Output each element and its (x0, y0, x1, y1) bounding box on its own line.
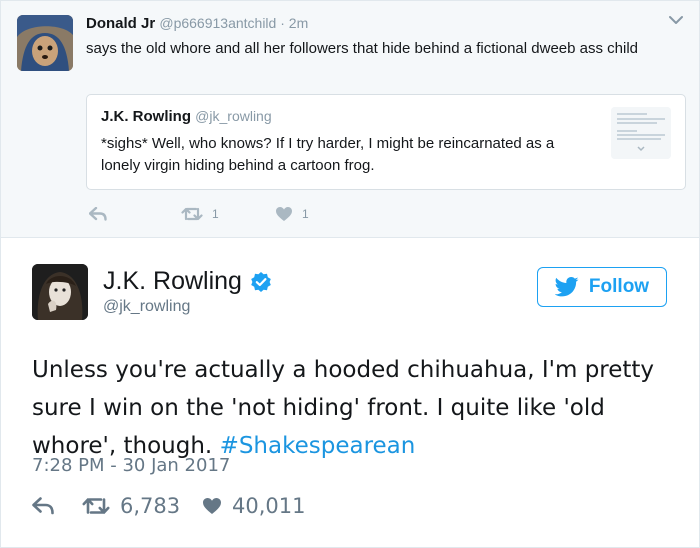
avatar[interactable] (17, 15, 73, 71)
quoted-tweet[interactable]: J.K. Rowling @jk_rowling *sighs* Well, w… (86, 94, 686, 190)
like-count: 40,011 (232, 494, 306, 518)
like-button[interactable]: 1 (275, 204, 309, 224)
quoted-text: *sighs* Well, who knows? If I try harder… (101, 135, 555, 174)
avatar[interactable] (32, 264, 88, 320)
like-button[interactable]: 40,011 (202, 492, 305, 520)
reply-button[interactable] (32, 492, 54, 520)
retweet-count: 6,783 (120, 494, 181, 518)
quoted-author-name: J.K. Rowling (101, 108, 191, 125)
heart-icon (203, 498, 221, 514)
chevron-down-icon[interactable] (669, 15, 683, 25)
main-author-name[interactable]: J.K. Rowling (103, 267, 242, 296)
follow-button[interactable]: Follow (537, 267, 667, 307)
retweet-count: 1 (212, 207, 219, 221)
retweet-button[interactable]: 1 (181, 204, 219, 224)
reply-header: Donald Jr @p666913antchild · 2m (86, 15, 308, 32)
reply-text: says the old whore and all her followers… (86, 40, 638, 57)
twitter-bird-icon (554, 277, 579, 297)
retweet-icon (181, 207, 203, 221)
like-count: 1 (302, 207, 309, 221)
reply-time[interactable]: 2m (289, 15, 308, 31)
quoted-author-handle: @jk_rowling (195, 108, 272, 124)
quoted-thumbnail (611, 107, 671, 159)
hashtag-link[interactable]: #Shakespearean (220, 433, 416, 459)
reply-author-name[interactable]: Donald Jr (86, 15, 155, 32)
quoted-header: J.K. Rowling @jk_rowling (101, 108, 272, 125)
retweet-icon (82, 498, 110, 514)
main-timestamp[interactable]: 7:28 PM - 30 Jan 2017 (32, 455, 230, 476)
reply-button[interactable] (89, 204, 107, 224)
reply-icon (32, 497, 54, 515)
tweet-card: Donald Jr @p666913antchild · 2m says the… (0, 0, 700, 548)
separator-dot: · (276, 15, 289, 31)
chihuahua-avatar-image (17, 15, 73, 71)
reply-icon (89, 207, 107, 221)
reply-tweet[interactable]: Donald Jr @p666913antchild · 2m says the… (1, 1, 699, 238)
main-tweet-text: Unless you're actually a hooded chihuahu… (32, 351, 682, 465)
heart-icon (276, 207, 292, 221)
retweet-button[interactable]: 6,783 (82, 492, 180, 520)
main-author-handle[interactable]: @jk_rowling (103, 298, 190, 316)
quoted-tweet-preview-image (611, 107, 671, 159)
verified-badge-icon (251, 271, 271, 292)
follow-label: Follow (588, 276, 650, 297)
reply-author-handle[interactable]: @p666913antchild (159, 15, 276, 31)
main-author[interactable]: J.K. Rowling (103, 267, 272, 296)
jk-rowling-avatar-image (32, 264, 88, 320)
